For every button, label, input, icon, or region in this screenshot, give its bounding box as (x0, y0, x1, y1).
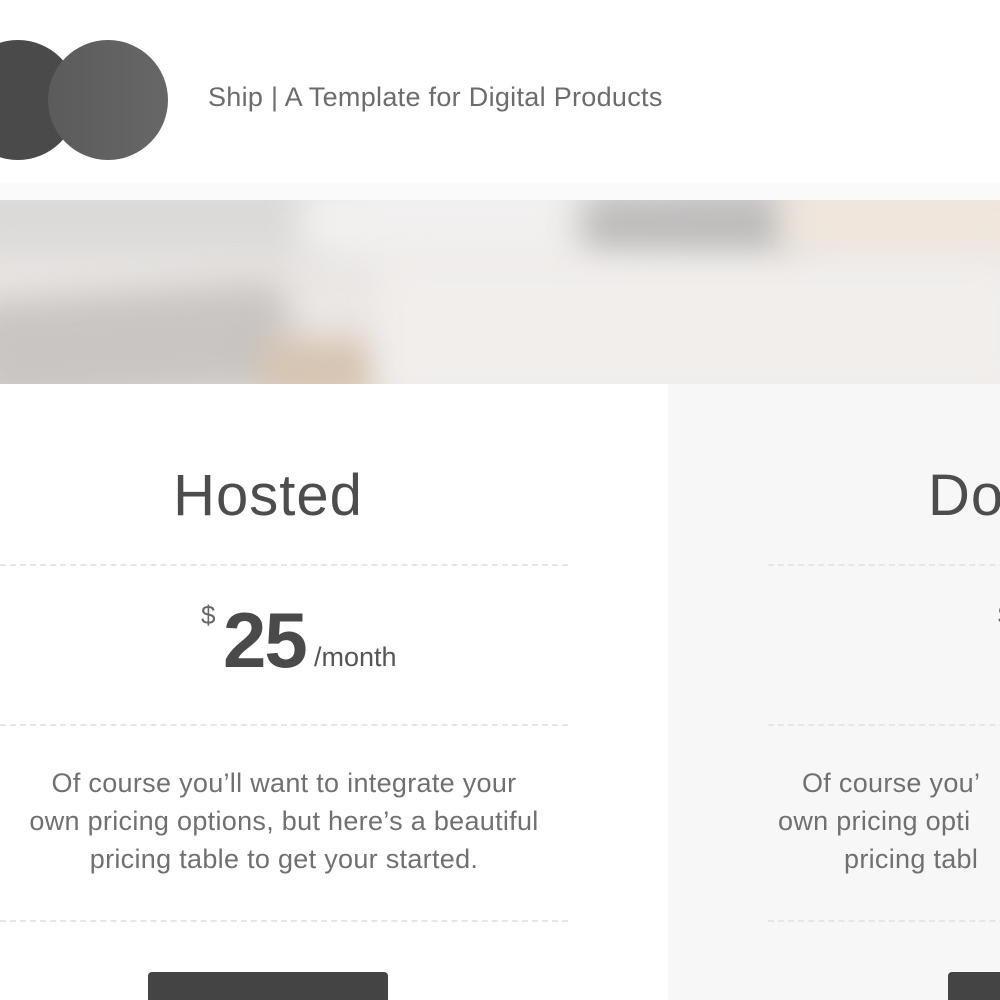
divider (768, 920, 1000, 922)
hero-blur-shape (780, 200, 1000, 260)
hero-blur-shape (0, 278, 294, 384)
plan-card-hosted: Hosted $ 25 /month Of course you’ll want… (0, 384, 568, 1000)
description-line: Of course you’ll want to integrate your (51, 768, 517, 798)
price: $ 25 /month (0, 592, 568, 682)
logo-circle-right-icon (48, 40, 168, 160)
divider (0, 724, 568, 726)
price-currency: $ (201, 600, 216, 630)
pricing-page: Ship | A Template for Digital Products H… (0, 0, 1000, 1000)
plan-name: Do (928, 463, 1000, 528)
plan-cta-button[interactable] (148, 972, 388, 1000)
description-line: pricing tabl (844, 844, 979, 874)
divider (768, 564, 1000, 566)
description-line: pricing table to get your started. (89, 844, 479, 874)
divider (768, 724, 1000, 726)
pricing-table: Hosted $ 25 /month Of course you’ll want… (0, 384, 1000, 1000)
plan-card-second: Do $ Of course you’ own pricing opti pri… (768, 384, 1000, 1000)
plan-name: Hosted (173, 463, 363, 528)
plan-description: Of course you’ll want to integrate your … (0, 764, 568, 878)
divider (0, 920, 568, 922)
price-amount: 25 (223, 596, 308, 684)
hero-blur-shape (580, 200, 800, 260)
description-line: own pricing opti (778, 806, 971, 836)
header-divider (0, 183, 1000, 200)
logo[interactable] (0, 40, 168, 160)
description-line: own pricing options, but here’s a beauti… (29, 806, 539, 836)
divider (0, 564, 568, 566)
hero-image (0, 200, 1000, 384)
price-period: /month (314, 642, 397, 672)
description-line: Of course you’ (802, 768, 981, 798)
site-title[interactable]: Ship | A Template for Digital Products (208, 82, 663, 113)
plan-description: Of course you’ own pricing opti pricing … (768, 764, 1000, 878)
hero-blur-shape (260, 340, 380, 384)
hero-blur-shape (380, 260, 1000, 384)
plan-cta-button[interactable] (948, 972, 1000, 1000)
price: $ (768, 592, 1000, 682)
site-header: Ship | A Template for Digital Products (0, 0, 1000, 183)
